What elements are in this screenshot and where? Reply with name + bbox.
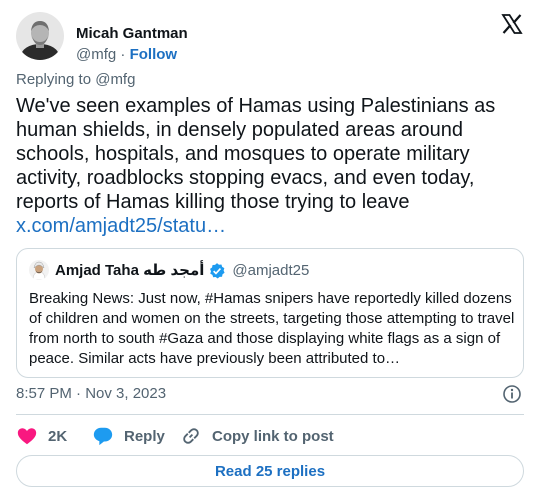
reply-bubble-icon: [93, 427, 113, 446]
link-icon: [183, 428, 199, 444]
embedded-post-card: Micah Gantman @mfg · Follow Replying to …: [0, 0, 540, 502]
quoted-author-handle: @amjadt25: [232, 262, 310, 279]
post-body: We've seen examples of Hamas using Pales…: [16, 95, 496, 213]
post-actions: 2K Reply Copy link to post: [16, 424, 524, 448]
info-icon[interactable]: [502, 384, 522, 404]
author-avatar[interactable]: [16, 12, 64, 60]
author-name[interactable]: Micah Gantman: [76, 24, 188, 44]
reply-button[interactable]: Reply: [92, 424, 165, 448]
reply-label: Reply: [124, 427, 165, 445]
read-replies-button[interactable]: Read 25 replies: [16, 455, 524, 487]
x-logo-icon[interactable]: [500, 12, 524, 36]
dot-separator: ·: [120, 46, 126, 63]
verified-badge-icon: [210, 263, 225, 279]
quoted-post-header: Amjad Taha أمجد طه @amjadt25: [55, 261, 309, 281]
heart-icon: [17, 428, 37, 445]
author-handle-row: @mfg · Follow: [76, 45, 177, 65]
like-count: 2K: [48, 427, 68, 445]
quoted-post[interactable]: Amjad Taha أمجد طه @amjadt25 Breaking Ne…: [16, 248, 524, 378]
copy-link-button[interactable]: Copy link to post: [180, 424, 334, 448]
replying-to[interactable]: Replying to @mfg: [16, 70, 135, 90]
post-text: We've seen examples of Hamas using Pales…: [16, 94, 524, 238]
post-link[interactable]: x.com/amjadt25/statu…: [16, 215, 226, 237]
quoted-author-name: Amjad Taha أمجد طه: [55, 262, 205, 279]
post-timestamp[interactable]: 8:57 PM · Nov 3, 2023: [16, 384, 166, 404]
quoted-author-avatar: [29, 260, 49, 280]
copy-link-label: Copy link to post: [212, 427, 334, 445]
author-handle[interactable]: @mfg: [76, 46, 116, 63]
like-button[interactable]: 2K: [16, 424, 67, 448]
quoted-post-text: Breaking News: Just now, #Hamas snipers …: [29, 290, 515, 367]
divider: [16, 414, 524, 415]
follow-button[interactable]: Follow: [130, 46, 178, 63]
post-header: Micah Gantman @mfg · Follow: [16, 10, 524, 65]
